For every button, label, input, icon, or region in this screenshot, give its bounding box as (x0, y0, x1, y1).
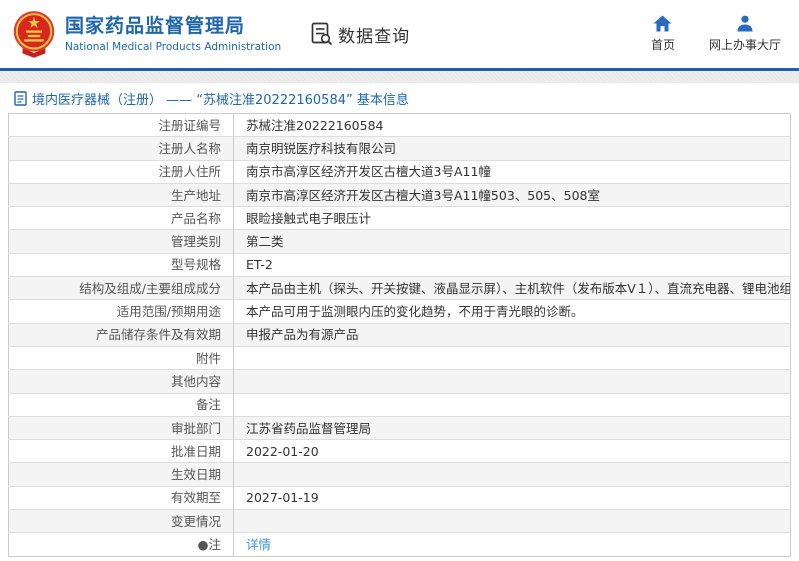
logo-area: 国家药品监督管理局 National Medical Products Admi… (12, 7, 281, 61)
info-table: 注册证编号 苏械注准20222160584 注册人名称 南京明锐医疗科技有限公司… (8, 113, 791, 557)
data-query-label: 数据查询 (338, 26, 411, 47)
national-emblem-logo (13, 11, 55, 58)
site-header: 国家药品监督管理局 National Medical Products Admi… (0, 0, 799, 68)
row-label: ●注 (8, 532, 234, 557)
row-value: ET-2 (233, 252, 791, 277)
table-row: 生效日期 (8, 462, 791, 487)
row-value (233, 392, 791, 417)
row-label: 注册证编号 (8, 113, 234, 137)
row-label: 注册人名称 (8, 136, 234, 161)
table-row: 有效期至 2027-01-19 (8, 485, 791, 510)
row-label: 有效期至 (8, 485, 234, 510)
row-label: 其他内容 (8, 369, 234, 394)
table-row: 注册人名称 南京明锐医疗科技有限公司 (8, 136, 791, 161)
table-row: 产品储存条件及有效期 申报产品为有源产品 (8, 322, 791, 347)
row-label: 备注 (8, 392, 234, 417)
row-label: 生产地址 (8, 182, 234, 207)
row-value: 南京市高淳区经济开发区古檀大道3号A11幢503、505、508室 (233, 182, 791, 207)
row-value: 南京明锐医疗科技有限公司 (233, 136, 791, 161)
row-label: 结构及组成/主要组成成分 (8, 276, 234, 300)
home-icon (653, 15, 672, 32)
table-row: 注册人住所 南京市高淳区经济开发区古檀大道3号A11幢 (8, 159, 791, 184)
row-label: 附件 (8, 345, 234, 370)
table-row: 生产地址 南京市高淳区经济开发区古檀大道3号A11幢503、505、508室 (8, 182, 791, 207)
nav-service-hall-label: 网上办事大厅 (708, 38, 781, 52)
table-row: 审批部门 江苏省药品监督管理局 (8, 415, 791, 440)
row-value: 2022-01-20 (233, 439, 791, 463)
row-value (233, 369, 791, 394)
row-label: 产品名称 (8, 206, 234, 230)
nav-service-hall[interactable]: 网上办事大厅 (709, 15, 781, 53)
table-row: 结构及组成/主要组成成分 本产品由主机（探头、开关按键、液晶显示屏）、主机软件（… (8, 276, 791, 300)
table-row: 附件 (8, 345, 791, 370)
row-value (233, 509, 791, 533)
table-row: 管理类别 第二类 (8, 229, 791, 254)
row-label: 产品储存条件及有效期 (8, 322, 234, 347)
row-value (233, 462, 791, 487)
row-value (233, 345, 791, 370)
row-value: 本产品由主机（探头、开关按键、液晶显示屏）、主机软件（发布版本V１）、直流充电器… (233, 276, 791, 300)
row-label: 适用范围/预期用途 (8, 299, 234, 324)
table-row: ●注 详情 (8, 532, 791, 557)
row-label: 变更情况 (8, 509, 234, 533)
table-row: 产品名称 眼睑接触式电子眼压计 (8, 206, 791, 230)
row-value: 南京市高淳区经济开发区古檀大道3号A11幢 (233, 159, 791, 184)
nav-home[interactable]: 首页 (651, 15, 675, 53)
table-row: 变更情况 (8, 509, 791, 533)
table-row: 适用范围/预期用途 本产品可用于监测眼内压的变化趋势，不用于青光眼的诊断。 (8, 299, 791, 324)
data-query-icon (311, 22, 333, 46)
row-value: 第二类 (233, 229, 791, 254)
row-value: 苏械注准20222160584 (246, 117, 384, 133)
table-row: 型号规格 ET-2 (8, 252, 791, 277)
title-block: 国家药品监督管理局 National Medical Products Admi… (65, 15, 281, 53)
breadcrumb-text: 境内医疗器械（注册） —— “苏械注准20222160584” 基本信息 (32, 92, 409, 108)
site-subtitle: National Medical Products Administration (65, 40, 282, 53)
header-nav: 首页 网上办事大厅 (651, 15, 781, 53)
site-title: 国家药品监督管理局 (65, 15, 246, 38)
person-icon (737, 15, 753, 32)
row-value: 申报产品为有源产品 (233, 322, 791, 347)
row-label: 审批部门 (8, 415, 234, 440)
row-label: 注册人住所 (8, 159, 234, 184)
row-value: 2027-01-19 (233, 485, 791, 510)
row-label: 型号规格 (8, 252, 234, 277)
nav-home-label: 首页 (650, 38, 675, 52)
row-label: 生效日期 (8, 462, 234, 487)
row-label: 管理类别 (8, 229, 234, 254)
document-icon (14, 90, 27, 106)
row-value: 本产品可用于监测眼内压的变化趋势，不用于青光眼的诊断。 (233, 299, 791, 324)
info-table-body: 注册证编号 苏械注准20222160584 注册人名称 南京明锐医疗科技有限公司… (8, 113, 791, 557)
row-value: 详情 (233, 532, 791, 557)
table-row: 备注 (8, 392, 791, 417)
header-texture-band (0, 71, 799, 83)
row-value: 江苏省药品监督管理局 (233, 415, 791, 440)
row-value: 眼睑接触式电子眼压计 (233, 206, 791, 230)
breadcrumb: 境内医疗器械（注册） —— “苏械注准20222160584” 基本信息 (0, 83, 799, 113)
table-row: 注册证编号 苏械注准20222160584 (8, 113, 791, 137)
table-wrap: 注册证编号 苏械注准20222160584 注册人名称 南京明锐医疗科技有限公司… (0, 113, 799, 557)
detail-link[interactable]: 详情 (246, 537, 271, 552)
data-query-section[interactable]: 数据查询 (311, 22, 410, 47)
row-label: 批准日期 (8, 439, 234, 463)
table-row: 批准日期 2022-01-20 (8, 439, 791, 463)
table-row: 其他内容 (8, 369, 791, 394)
